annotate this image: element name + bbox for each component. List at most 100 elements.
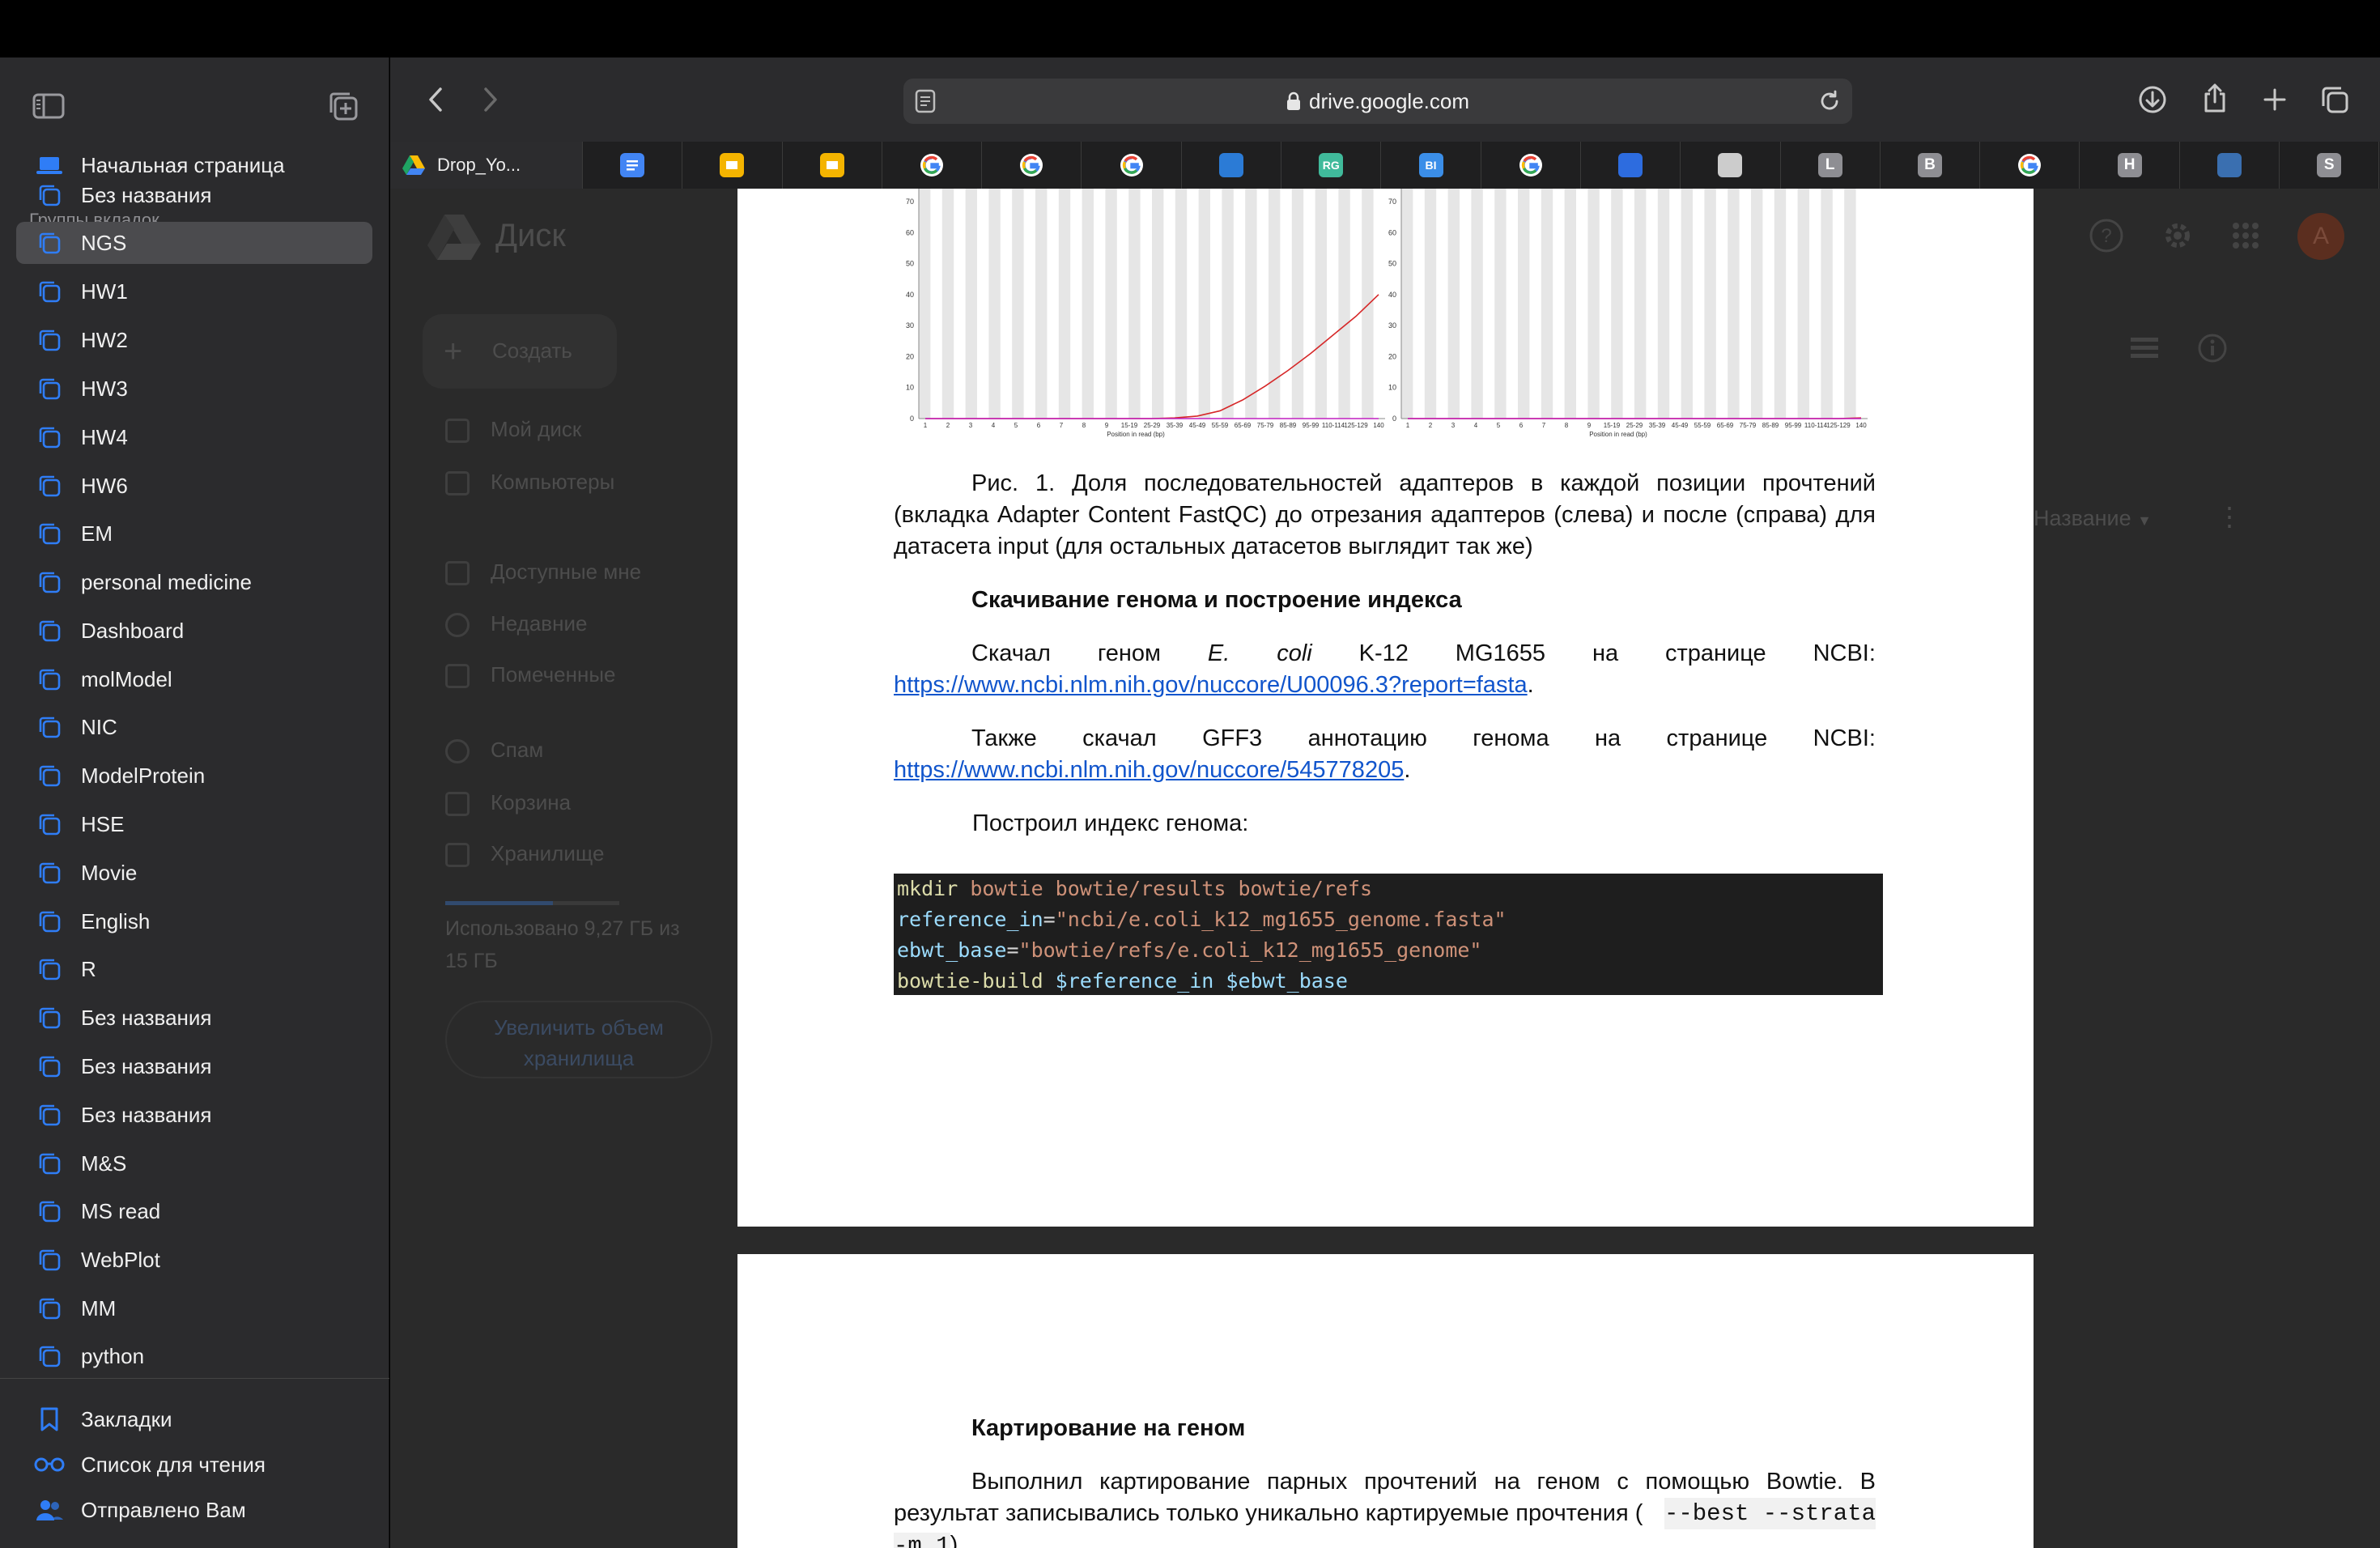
sidebar-tab-group[interactable]: HSE — [16, 803, 372, 845]
sidebar-tab-group[interactable]: HW4 — [16, 416, 372, 458]
y-tick-label: 50 — [1388, 260, 1396, 268]
sidebar-tab-group[interactable]: WebPlot — [16, 1239, 372, 1281]
drive-nav-item[interactable]: Корзина — [445, 790, 571, 817]
sidebar-bookmarks[interactable]: Закладки — [16, 1398, 372, 1440]
chart-band — [1245, 189, 1257, 419]
y-tick-label: 20 — [906, 352, 914, 360]
tab-group-label: Без названия — [81, 182, 212, 207]
sidebar-tab-group[interactable]: Без названия — [16, 1045, 372, 1087]
sidebar-tab-group[interactable]: molModel — [16, 658, 372, 700]
sidebar-tab-group[interactable]: Movie — [16, 852, 372, 894]
apps-grid-icon[interactable] — [2231, 221, 2260, 254]
y-tick-label: 0 — [1392, 415, 1396, 423]
chart-band — [1681, 189, 1693, 419]
sidebar-tab-group[interactable]: English — [16, 900, 372, 942]
x-tick-label: 95-99 — [1303, 422, 1320, 429]
sidebar-tab-group[interactable]: Dashboard — [16, 610, 372, 652]
sidebar-tab-group[interactable]: HW6 — [16, 465, 372, 507]
more-options-icon[interactable]: ⋮ — [2216, 501, 2242, 532]
browser-tab[interactable] — [583, 142, 683, 189]
settings-gear-icon[interactable] — [2160, 218, 2195, 257]
figure-caption-line3: датасета input (для остальных датасетов … — [894, 534, 1533, 559]
y-tick-label: 20 — [1388, 352, 1396, 360]
url-display[interactable]: drive.google.com — [903, 79, 1852, 124]
ncbi-genome-link[interactable]: https://www.ncbi.nlm.nih.gov/nuccore/U00… — [894, 672, 1528, 698]
browser-tab[interactable]: Drop_Yo... — [390, 142, 583, 189]
sidebar-tab-group[interactable]: NGS — [16, 222, 372, 264]
recent-icon — [445, 613, 470, 638]
forward-button[interactable] — [468, 77, 513, 122]
sidebar-tab-group[interactable]: Без названия — [16, 174, 372, 216]
ncbi-annotation-link[interactable]: https://www.ncbi.nlm.nih.gov/nuccore/545… — [894, 757, 1404, 783]
sidebar-tab-group[interactable]: ModelProtein — [16, 755, 372, 797]
sidebar-tab-group[interactable]: R — [16, 948, 372, 990]
sidebar-tab-group[interactable]: MS read — [16, 1190, 372, 1232]
downloads-button[interactable] — [2130, 77, 2175, 122]
browser-tab[interactable]: H — [2080, 142, 2180, 189]
browser-tab[interactable] — [783, 142, 882, 189]
sidebar-reading-list[interactable]: Список для чтения — [16, 1444, 372, 1486]
browser-tab[interactable]: BI — [1381, 142, 1481, 189]
address-bar[interactable]: drive.google.com — [903, 79, 1852, 124]
new-tab-group-icon[interactable] — [321, 83, 366, 129]
info-icon[interactable] — [2197, 333, 2228, 368]
browser-tab[interactable] — [1182, 142, 1282, 189]
help-icon[interactable]: ? — [2089, 218, 2124, 257]
sidebar-tab-group[interactable]: HW1 — [16, 270, 372, 313]
sidebar-tab-group[interactable]: python — [16, 1335, 372, 1377]
account-avatar[interactable]: A — [2297, 213, 2344, 260]
glasses-icon — [32, 1448, 66, 1482]
drive-nav-label: Компьютеры — [491, 470, 615, 494]
y-tick-label: 70 — [1388, 198, 1396, 206]
sidebar-toggle-icon[interactable] — [26, 83, 71, 129]
browser-tab[interactable] — [1980, 142, 2080, 189]
sidebar-tab-group[interactable]: HW3 — [16, 368, 372, 410]
browser-tab[interactable]: B — [1881, 142, 1981, 189]
x-axis-label: Position in read (bp) — [1589, 431, 1647, 438]
drive-nav-item[interactable]: Спам — [445, 738, 543, 764]
browser-tab[interactable] — [1681, 142, 1781, 189]
sidebar-tab-group[interactable]: EM — [16, 512, 372, 555]
sidebar-tab-group[interactable]: MM — [16, 1287, 372, 1329]
sort-by-name[interactable]: Название ▼ — [2034, 506, 2152, 531]
p2-word: странице — [1666, 725, 1768, 751]
p1-word: coli — [1277, 640, 1312, 666]
tab-overview-button[interactable] — [2312, 77, 2357, 122]
browser-tab[interactable] — [982, 142, 1082, 189]
list-view-icon[interactable] — [2131, 336, 2158, 364]
drive-nav-item[interactable]: Мой диск — [445, 417, 581, 444]
browser-tab[interactable] — [1581, 142, 1681, 189]
x-tick-label: 125-129 — [1826, 422, 1851, 429]
browser-tab[interactable]: S — [2280, 142, 2380, 189]
reader-icon — [1718, 153, 1743, 177]
sidebar-tab-group[interactable]: Без названия — [16, 997, 372, 1039]
storage-bar-fill — [445, 901, 554, 905]
browser-tab[interactable] — [1082, 142, 1182, 189]
drive-nav-item[interactable]: Помеченные — [445, 662, 616, 689]
drive-nav-item[interactable]: Компьютеры — [445, 470, 615, 496]
sort-label: Название — [2034, 506, 2131, 530]
p1-word: MG1655 — [1455, 640, 1546, 666]
browser-tab[interactable] — [1481, 142, 1581, 189]
drive-nav-item[interactable]: Доступные мне — [445, 559, 641, 586]
sidebar-tab-group[interactable]: NIC — [16, 706, 372, 748]
upgrade-line1: Увеличить объем — [494, 1015, 664, 1040]
share-button[interactable] — [2192, 75, 2238, 121]
browser-tab[interactable] — [882, 142, 983, 189]
back-button[interactable] — [413, 77, 458, 122]
sidebar-tab-group[interactable]: Без названия — [16, 1094, 372, 1136]
browser-tab[interactable]: RG — [1281, 142, 1382, 189]
reload-icon[interactable] — [1818, 90, 1841, 117]
drive-nav-item[interactable]: Недавние — [445, 611, 587, 638]
sidebar-tab-group[interactable]: personal medicine — [16, 561, 372, 603]
browser-tab[interactable]: L — [1781, 142, 1881, 189]
sidebar-tab-group[interactable]: M&S — [16, 1142, 372, 1184]
drive-nav-item[interactable]: Хранилище — [445, 841, 604, 868]
upgrade-storage-button[interactable]: Увеличить объем хранилища — [445, 1001, 712, 1078]
browser-tab[interactable] — [2180, 142, 2280, 189]
sidebar-shared-with-you[interactable]: Отправлено Вам — [16, 1489, 372, 1531]
new-tab-button[interactable] — [2252, 77, 2297, 122]
browser-tab[interactable] — [682, 142, 783, 189]
drive-create-button[interactable]: + Создать — [423, 314, 617, 389]
sidebar-tab-group[interactable]: HW2 — [16, 319, 372, 361]
